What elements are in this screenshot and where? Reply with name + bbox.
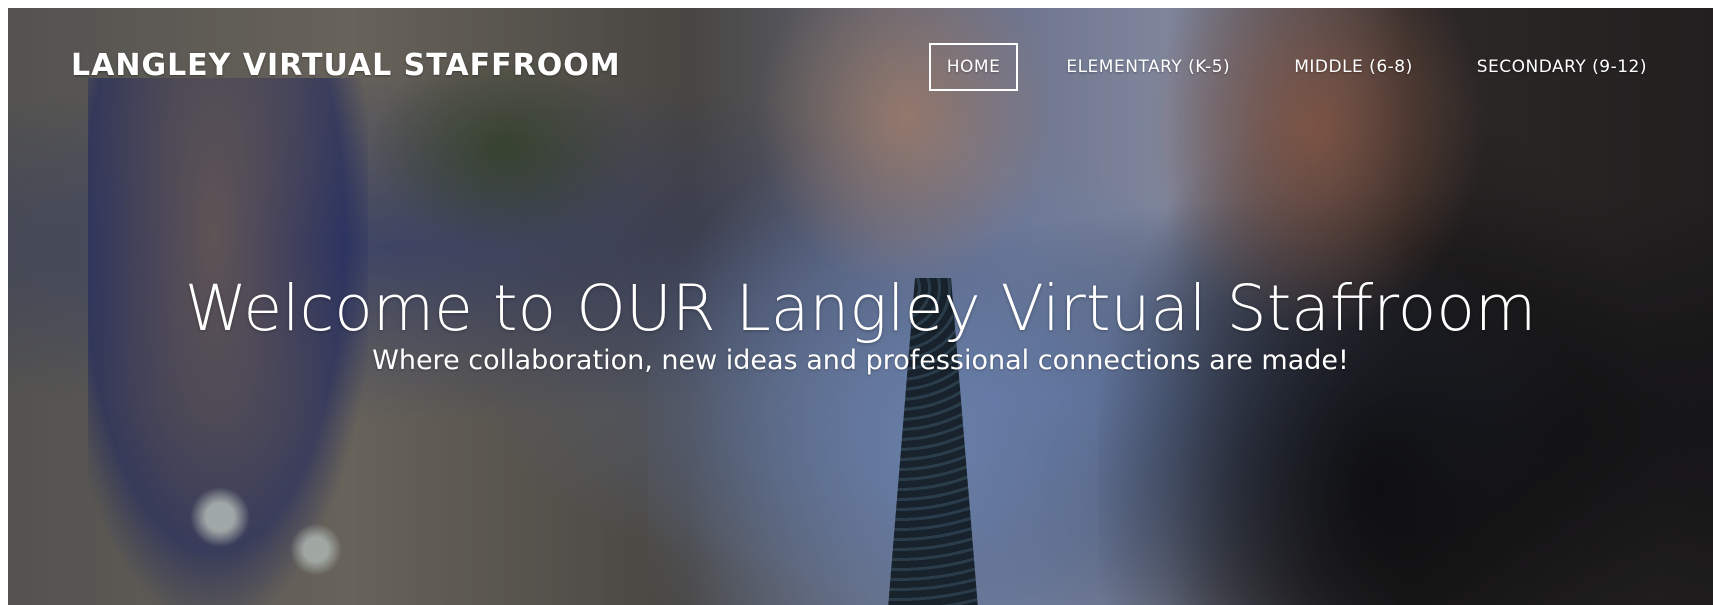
hero-banner: LANGLEY VIRTUAL STAFFROOM HOME ELEMENTAR…	[8, 8, 1713, 605]
hero-heading: Welcome to OUR Langley Virtual Staffroom	[184, 272, 1537, 346]
nav-item-secondary[interactable]: SECONDARY (9-12)	[1461, 43, 1663, 91]
main-nav: HOME ELEMENTARY (K-5) MIDDLE (6-8) SECON…	[928, 43, 1663, 91]
site-title[interactable]: LANGLEY VIRTUAL STAFFROOM	[71, 48, 621, 83]
nav-item-home[interactable]: HOME	[928, 43, 1019, 91]
page-frame: LANGLEY VIRTUAL STAFFROOM HOME ELEMENTAR…	[0, 0, 1713, 605]
nav-item-elementary[interactable]: ELEMENTARY (K-5)	[1050, 43, 1246, 91]
hero-subheading: Where collaboration, new ideas and profe…	[372, 345, 1349, 376]
nav-item-middle[interactable]: MIDDLE (6-8)	[1278, 43, 1429, 91]
